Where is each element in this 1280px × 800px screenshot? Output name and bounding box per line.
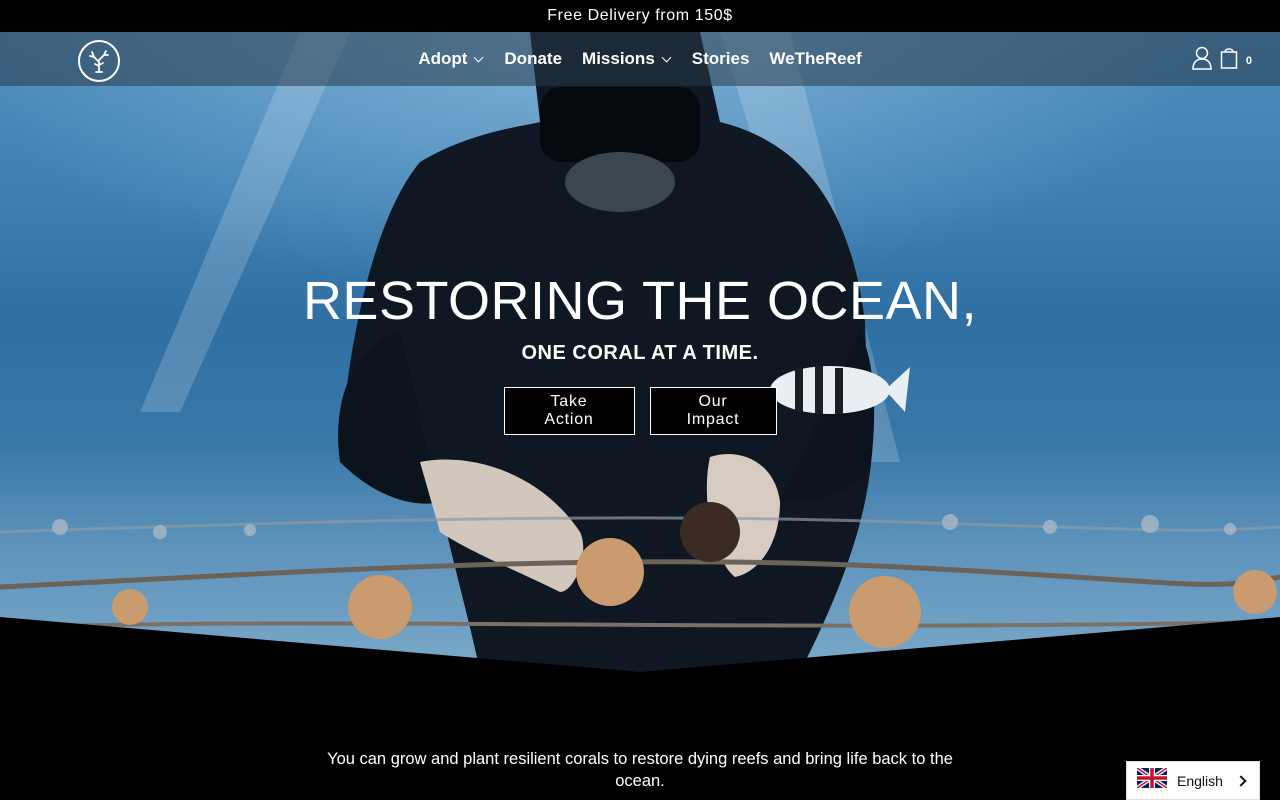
nav-item-label: WeTheReef [769,49,862,68]
hero-subtitle: ONE CORAL AT A TIME. [521,342,759,364]
language-selector[interactable]: English [1126,761,1260,800]
nav-icons: 0 [1192,46,1252,75]
hero-title: RESTORING THE OCEAN, [302,271,978,331]
chevron-right-icon [1235,775,1247,787]
language-label: English [1177,772,1223,789]
hero-cta-row: Take Action Our Impact [0,387,1280,435]
nav-item-stories[interactable]: Stories [692,49,750,69]
uk-flag-icon [1135,766,1169,793]
nav-item-donate[interactable]: Donate [504,49,562,69]
intro-text: You can grow and plant resilient corals … [327,750,953,790]
cart-count-badge: 0 [1245,54,1252,67]
our-impact-button[interactable]: Our Impact [649,387,777,435]
nav-item-adopt[interactable]: Adopt [418,49,484,69]
chevron-down-icon [661,52,672,62]
account-icon[interactable] [1192,46,1212,75]
nav-item-wethereef[interactable]: WeTheReef [769,49,861,69]
nav-menu: Adopt Donate Missions Stories WeTheReef [0,32,1280,86]
cart-icon[interactable] [1220,46,1238,75]
main-navigation: Adopt Donate Missions Stories WeTheReef [0,32,1280,86]
take-action-button[interactable]: Take Action [503,387,635,435]
announcement-bar: Free Delivery from 150$ [0,0,1280,32]
nav-item-label: Stories [691,49,750,68]
announcement-text: Free Delivery from 150$ [547,7,733,24]
nav-item-missions[interactable]: Missions [582,49,672,69]
nav-item-label: Adopt [418,49,468,68]
nav-item-label: Missions [582,49,655,68]
nav-item-label: Donate [504,49,563,68]
chevron-down-icon [473,52,484,62]
